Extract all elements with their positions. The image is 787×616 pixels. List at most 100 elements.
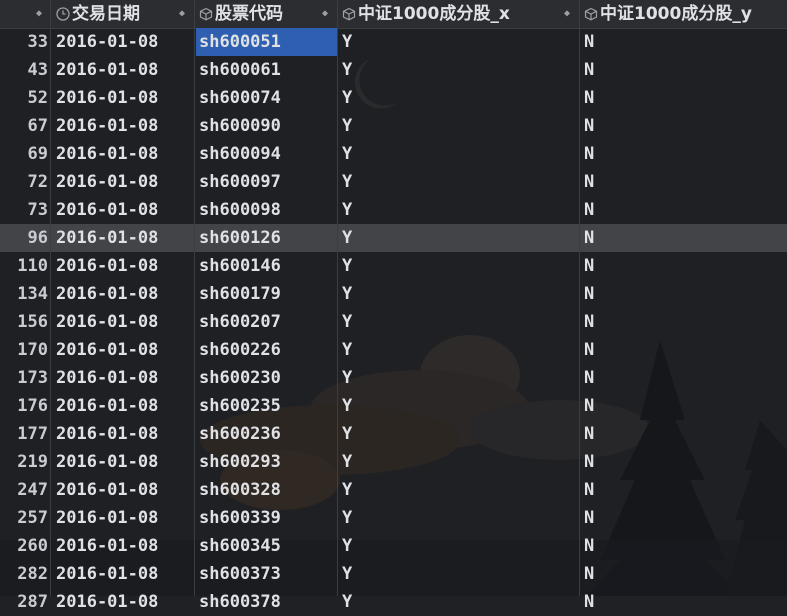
row-index-cell[interactable]: 52 <box>0 84 48 112</box>
date-cell[interactable]: 2016-01-08 <box>56 196 158 224</box>
table-row[interactable]: 33 2016-01-08 sh600051 Y N <box>0 28 787 56</box>
stock-code-cell[interactable]: sh600098 <box>199 196 281 224</box>
sort-arrows-icon[interactable]: ◆ <box>322 0 328 28</box>
stock-code-cell[interactable]: sh600226 <box>199 336 281 364</box>
table-row[interactable]: 219 2016-01-08 sh600293 Y N <box>0 448 787 476</box>
csi1000-x-cell[interactable]: Y <box>342 476 352 504</box>
csi1000-y-cell[interactable]: N <box>584 280 594 308</box>
date-cell[interactable]: 2016-01-08 <box>56 532 158 560</box>
date-cell[interactable]: 2016-01-08 <box>56 364 158 392</box>
stock-code-cell[interactable]: sh600328 <box>199 476 281 504</box>
stock-code-cell[interactable]: sh600378 <box>199 588 281 616</box>
row-index-cell[interactable]: 134 <box>0 280 48 308</box>
row-index-cell[interactable]: 282 <box>0 560 48 588</box>
csi1000-x-cell[interactable]: Y <box>342 140 352 168</box>
row-index-cell[interactable]: 219 <box>0 448 48 476</box>
table-row[interactable]: 110 2016-01-08 sh600146 Y N <box>0 252 787 280</box>
table-row[interactable]: 67 2016-01-08 sh600090 Y N <box>0 112 787 140</box>
csi1000-x-cell[interactable]: Y <box>342 364 352 392</box>
date-cell[interactable]: 2016-01-08 <box>56 560 158 588</box>
stock-code-cell[interactable]: sh600293 <box>199 448 281 476</box>
row-index-cell[interactable]: 33 <box>0 28 48 56</box>
date-cell[interactable]: 2016-01-08 <box>56 224 158 252</box>
row-index-cell[interactable]: 96 <box>0 224 48 252</box>
date-cell[interactable]: 2016-01-08 <box>56 252 158 280</box>
table-row[interactable]: 176 2016-01-08 sh600235 Y N <box>0 392 787 420</box>
csi1000-y-cell[interactable]: N <box>584 504 594 532</box>
date-cell[interactable]: 2016-01-08 <box>56 448 158 476</box>
csi1000-x-cell[interactable]: Y <box>342 588 352 616</box>
csi1000-x-cell[interactable]: Y <box>342 392 352 420</box>
csi1000-y-cell[interactable]: N <box>584 560 594 588</box>
date-cell[interactable]: 2016-01-08 <box>56 420 158 448</box>
sort-arrows-icon[interactable]: ◆ <box>179 0 185 28</box>
date-cell[interactable]: 2016-01-08 <box>56 280 158 308</box>
table-row[interactable]: 260 2016-01-08 sh600345 Y N <box>0 532 787 560</box>
date-cell[interactable]: 2016-01-08 <box>56 308 158 336</box>
stock-code-cell[interactable]: sh600230 <box>199 364 281 392</box>
csi1000-x-cell[interactable]: Y <box>342 308 352 336</box>
row-index-cell[interactable]: 247 <box>0 476 48 504</box>
row-index-cell[interactable]: 156 <box>0 308 48 336</box>
date-cell[interactable]: 2016-01-08 <box>56 56 158 84</box>
csi1000-x-cell[interactable]: Y <box>342 224 352 252</box>
column-separator[interactable] <box>579 0 580 596</box>
csi1000-y-cell[interactable]: N <box>584 196 594 224</box>
stock-code-cell[interactable]: sh600094 <box>199 140 281 168</box>
csi1000-x-cell[interactable]: Y <box>342 504 352 532</box>
table-row[interactable]: 134 2016-01-08 sh600179 Y N <box>0 280 787 308</box>
csi1000-y-cell[interactable]: N <box>584 392 594 420</box>
csi1000-x-cell[interactable]: Y <box>342 280 352 308</box>
date-cell[interactable]: 2016-01-08 <box>56 112 158 140</box>
row-index-cell[interactable]: 110 <box>0 252 48 280</box>
table-row[interactable]: 170 2016-01-08 sh600226 Y N <box>0 336 787 364</box>
csi1000-y-cell[interactable]: N <box>584 448 594 476</box>
stock-code-cell[interactable]: sh600126 <box>199 224 281 252</box>
csi1000-y-cell[interactable]: N <box>584 532 594 560</box>
csi1000-x-cell[interactable]: Y <box>342 28 352 56</box>
column-separator[interactable] <box>50 0 51 596</box>
stock-code-cell[interactable]: sh600207 <box>199 308 281 336</box>
column-separator[interactable] <box>194 0 195 596</box>
date-cell[interactable]: 2016-01-08 <box>56 84 158 112</box>
csi1000-y-cell[interactable]: N <box>584 224 594 252</box>
csi1000-y-cell[interactable]: N <box>584 140 594 168</box>
table-row[interactable]: 282 2016-01-08 sh600373 Y N <box>0 560 787 588</box>
stock-code-cell[interactable]: sh600051 <box>199 28 281 56</box>
sort-arrows-icon[interactable]: ◆ <box>36 0 42 28</box>
table-row[interactable]: 247 2016-01-08 sh600328 Y N <box>0 476 787 504</box>
row-index-cell[interactable]: 170 <box>0 336 48 364</box>
stock-code-cell[interactable]: sh600097 <box>199 168 281 196</box>
csi1000-x-cell[interactable]: Y <box>342 448 352 476</box>
row-index-cell[interactable]: 67 <box>0 112 48 140</box>
table-row[interactable]: 52 2016-01-08 sh600074 Y N <box>0 84 787 112</box>
row-index-cell[interactable]: 257 <box>0 504 48 532</box>
date-cell[interactable]: 2016-01-08 <box>56 588 158 616</box>
stock-code-cell[interactable]: sh600074 <box>199 84 281 112</box>
row-index-cell[interactable]: 72 <box>0 168 48 196</box>
csi1000-y-cell[interactable]: N <box>584 476 594 504</box>
csi1000-y-cell[interactable]: N <box>584 168 594 196</box>
table-row[interactable]: 173 2016-01-08 sh600230 Y N <box>0 364 787 392</box>
csi1000-x-cell[interactable]: Y <box>342 560 352 588</box>
row-index-cell[interactable]: 173 <box>0 364 48 392</box>
date-cell[interactable]: 2016-01-08 <box>56 392 158 420</box>
date-cell[interactable]: 2016-01-08 <box>56 504 158 532</box>
csi1000-y-cell[interactable]: N <box>584 28 594 56</box>
csi1000-y-cell[interactable]: N <box>584 56 594 84</box>
csi1000-y-cell[interactable]: N <box>584 420 594 448</box>
stock-code-cell[interactable]: sh600339 <box>199 504 281 532</box>
csi1000-x-cell[interactable]: Y <box>342 84 352 112</box>
stock-code-cell[interactable]: sh600146 <box>199 252 281 280</box>
csi1000-y-cell[interactable]: N <box>584 252 594 280</box>
row-index-cell[interactable]: 43 <box>0 56 48 84</box>
stock-code-cell[interactable]: sh600345 <box>199 532 281 560</box>
table-row[interactable]: 73 2016-01-08 sh600098 Y N <box>0 196 787 224</box>
table-row[interactable]: 96 2016-01-08 sh600126 Y N <box>0 224 787 252</box>
table-row[interactable]: 72 2016-01-08 sh600097 Y N <box>0 168 787 196</box>
column-header-x[interactable]: 中证1000成分股_x <box>342 0 574 28</box>
date-cell[interactable]: 2016-01-08 <box>56 336 158 364</box>
column-header-code[interactable]: 股票代码 <box>199 0 333 28</box>
column-header-y[interactable]: 中证1000成分股_y <box>584 0 787 28</box>
stock-code-cell[interactable]: sh600235 <box>199 392 281 420</box>
